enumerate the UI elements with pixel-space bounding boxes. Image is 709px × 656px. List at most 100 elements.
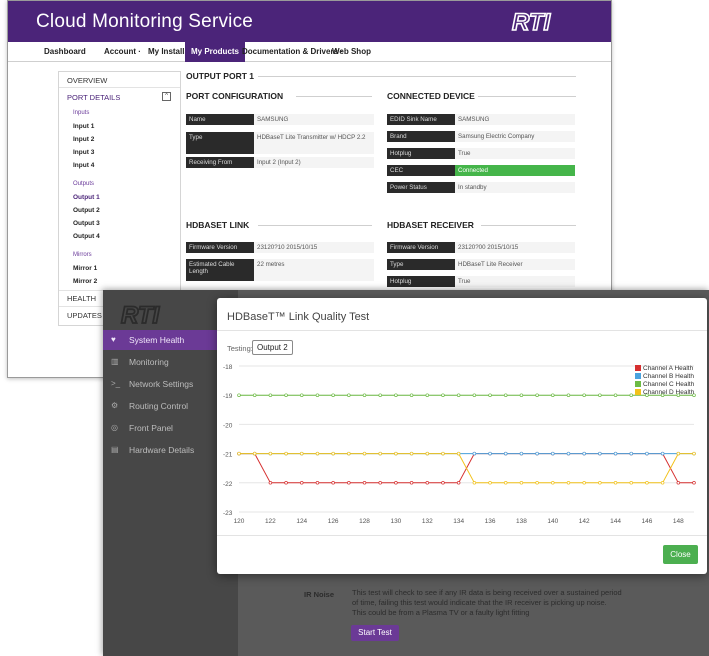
data-point	[503, 451, 508, 456]
data-point	[629, 481, 633, 485]
y-tick-label: -19	[223, 393, 233, 400]
sidebar-output-1[interactable]: Output 1	[59, 194, 180, 201]
start-test-button[interactable]: Start Test	[351, 625, 399, 641]
data-point	[645, 451, 649, 456]
data-point	[566, 481, 571, 485]
nav-documentation[interactable]: Documentation & Drivers ·	[242, 42, 343, 62]
x-tick-label: 144	[610, 518, 621, 525]
data-point	[488, 451, 492, 456]
nav-label: System Health	[129, 335, 185, 345]
data-point	[519, 451, 524, 456]
data-point	[613, 393, 618, 397]
x-tick-label: 122	[265, 518, 276, 525]
data-point	[535, 393, 539, 397]
data-point	[456, 481, 461, 485]
heart-icon: ♥	[111, 335, 116, 344]
nav-my-installs[interactable]: My Installs	[148, 42, 189, 62]
kv-name: Name SAMSUNG	[186, 114, 376, 128]
data-point	[503, 481, 508, 485]
legend-swatch	[635, 365, 641, 371]
data-point	[394, 481, 398, 485]
data-point	[237, 393, 241, 397]
legend-swatch	[635, 373, 641, 379]
collapse-icon[interactable]: ^	[162, 92, 171, 101]
connected-device-title: CONNECTED DEVICE	[387, 91, 475, 101]
data-point	[394, 393, 398, 397]
nav-web-shop[interactable]: Web Shop	[332, 42, 371, 62]
sidebar-input-1[interactable]: Input 1	[59, 123, 180, 130]
link-quality-chart: -18 -19 -20 -21 -22 -23120 122 124 126 128 130 132 1…	[223, 364, 696, 525]
data-point	[347, 481, 351, 485]
kv-hotplug: Hotplug True	[387, 148, 577, 162]
close-button[interactable]: Close	[663, 545, 698, 564]
nav-label: Front Panel	[129, 423, 173, 433]
data-point	[268, 451, 273, 456]
data-point	[362, 481, 367, 485]
sidebar-input-2[interactable]: Input 2	[59, 136, 180, 143]
data-point	[503, 393, 508, 397]
sidebar-input-3[interactable]: Input 3	[59, 149, 180, 156]
link-quality-modal: HDBaseT™ Link Quality Test Testing: Outp…	[217, 298, 707, 574]
hdbaset-link-title: HDBASET LINK	[186, 220, 250, 230]
data-point	[598, 451, 602, 456]
legend-label: Channel D Health	[643, 389, 695, 396]
product-sidebar: OVERVIEW PORT DETAILS ^ Inputs Input 1 I…	[58, 71, 181, 326]
series-line-3	[239, 453, 694, 484]
data-point	[425, 393, 430, 397]
sidebar-input-4[interactable]: Input 4	[59, 162, 180, 169]
kv-link-firmware: Firmware Version 23120?10 2015/10/15	[186, 242, 376, 256]
chart-icon: ▥	[111, 357, 119, 366]
hdbaset-receiver-title: HDBASET RECEIVER	[387, 220, 474, 230]
legend-label: Channel A Health	[643, 365, 694, 372]
data-point	[582, 451, 586, 456]
data-point	[394, 451, 398, 456]
inputs-label: Inputs	[73, 110, 90, 116]
sidebar-mirror-1[interactable]: Mirror 1	[59, 265, 180, 272]
mirrors-label: Mirrors	[73, 252, 92, 258]
data-point	[519, 481, 524, 485]
data-point	[613, 481, 618, 485]
data-point	[613, 451, 618, 456]
nav-account[interactable]: Account ·	[104, 42, 141, 62]
x-tick-label: 146	[642, 518, 653, 525]
testing-output-select[interactable]: Output 2	[252, 340, 293, 355]
nav-label: Routing Control	[129, 401, 189, 411]
data-point	[331, 451, 335, 456]
nav-my-products[interactable]: My Products	[185, 42, 246, 62]
data-point	[441, 481, 445, 485]
data-point	[331, 393, 335, 397]
data-point	[284, 451, 288, 456]
data-point	[284, 481, 288, 485]
data-point	[582, 393, 586, 397]
kv-receiving-from: Receiving From Input 2 (Input 2)	[186, 157, 376, 171]
data-point	[409, 481, 414, 485]
x-tick-label: 130	[390, 518, 401, 525]
x-tick-label: 124	[296, 518, 307, 525]
data-point	[284, 393, 288, 397]
sidebar-output-3[interactable]: Output 3	[59, 220, 180, 227]
data-point	[692, 481, 696, 485]
y-tick-label: -20	[223, 422, 233, 429]
data-point	[378, 451, 382, 456]
cloud-title: Cloud Monitoring Service	[36, 11, 254, 32]
x-tick-label: 136	[485, 518, 496, 525]
nav-label: Monitoring	[129, 357, 169, 367]
y-tick-label: -21	[223, 452, 233, 459]
data-point	[425, 451, 430, 456]
data-point	[362, 451, 367, 456]
nav-dashboard[interactable]: Dashboard	[44, 42, 86, 62]
sidebar-overview[interactable]: OVERVIEW	[59, 76, 180, 85]
kv-cable-length: Estimated Cable Length 22 metres	[186, 259, 376, 283]
x-tick-label: 134	[453, 518, 464, 525]
terminal-icon: >_	[111, 379, 121, 388]
data-point	[629, 393, 633, 397]
data-point	[660, 481, 665, 485]
legend-swatch	[635, 381, 641, 387]
data-point	[645, 481, 649, 485]
sidebar-mirror-2[interactable]: Mirror 2	[59, 278, 180, 285]
data-point	[488, 393, 492, 397]
cloud-nav: Dashboard Account · My Installs My Produ…	[8, 42, 611, 62]
sidebar-output-4[interactable]: Output 4	[59, 233, 180, 240]
sidebar-output-2[interactable]: Output 2	[59, 207, 180, 214]
nav-label: Network Settings	[129, 379, 194, 389]
